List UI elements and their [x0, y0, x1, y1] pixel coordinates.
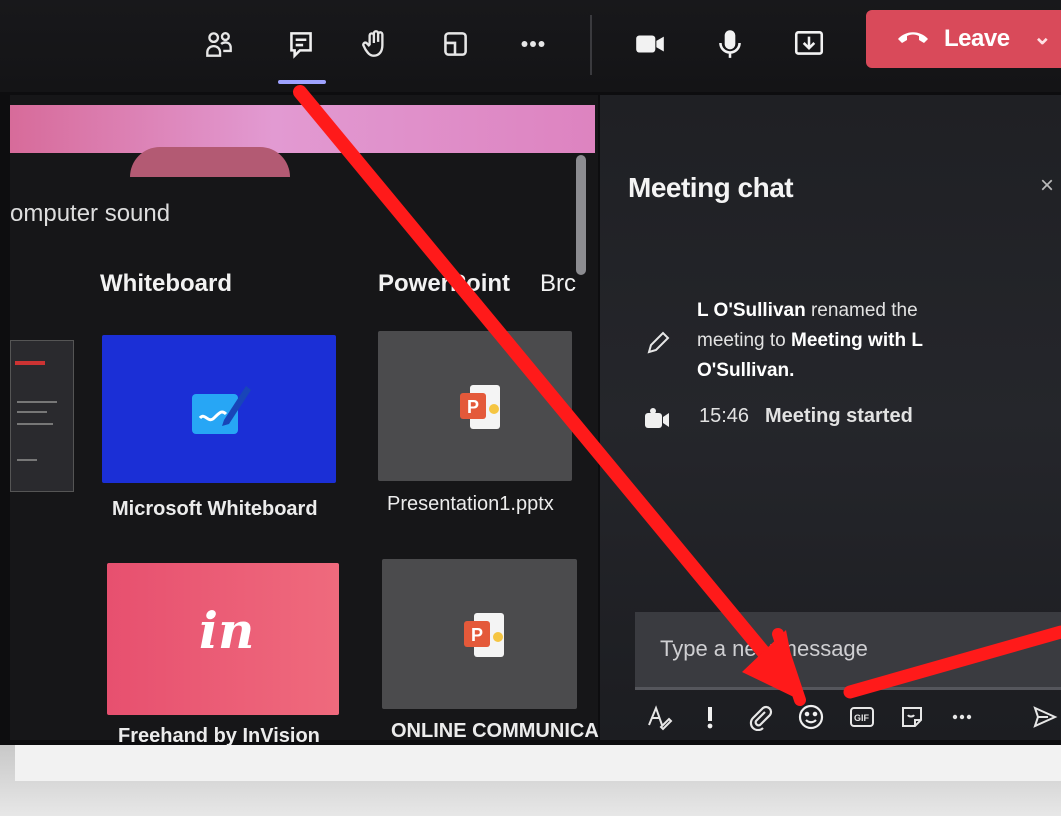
- close-icon[interactable]: ×: [1040, 172, 1054, 200]
- powerpoint-icon: P: [460, 385, 500, 429]
- meeting-icon: [643, 406, 671, 439]
- pencil-icon: [645, 330, 671, 361]
- message-text: Meeting started: [765, 405, 913, 427]
- more-icon[interactable]: [945, 700, 979, 734]
- camera-icon[interactable]: [628, 22, 672, 66]
- more-icon[interactable]: [511, 22, 555, 66]
- message-time: 15:46: [699, 405, 750, 427]
- hangup-icon: [896, 25, 930, 53]
- computer-sound-toggle-label[interactable]: omputer sound: [10, 200, 170, 228]
- microsoft-whiteboard-tile[interactable]: [102, 335, 336, 483]
- chat-active-indicator: [278, 80, 326, 84]
- compose-placeholder: Type a new message: [660, 636, 868, 661]
- svg-text:P: P: [471, 625, 483, 645]
- section-browse[interactable]: Brc: [540, 270, 576, 298]
- attach-icon[interactable]: [743, 700, 777, 734]
- online-communica-tile[interactable]: P: [382, 559, 577, 709]
- toolbar-divider: [590, 15, 592, 75]
- emoji-icon[interactable]: [794, 700, 828, 734]
- format-icon[interactable]: [642, 700, 676, 734]
- people-icon[interactable]: [197, 22, 241, 66]
- rename-message: L O'Sullivan renamed the meeting to Meet…: [697, 296, 947, 386]
- whiteboard-logo-icon: [192, 386, 251, 434]
- rooms-icon[interactable]: [433, 22, 477, 66]
- sticker-icon[interactable]: [895, 700, 929, 734]
- mic-icon[interactable]: [708, 22, 752, 66]
- presentation1-tile[interactable]: P: [378, 331, 572, 481]
- share-screen-icon[interactable]: [787, 22, 831, 66]
- powerpoint-icon: P: [464, 613, 504, 657]
- freehand-invision-tile[interactable]: in: [107, 563, 339, 715]
- leave-button[interactable]: Leave ⌄: [866, 10, 1061, 68]
- section-whiteboard: Whiteboard: [100, 270, 232, 297]
- message-actor: L O'Sullivan: [697, 300, 806, 321]
- screen-bezel: [0, 745, 1061, 816]
- meeting-toolbar: Leave ⌄: [0, 0, 1061, 92]
- gif-icon[interactable]: GIF: [845, 700, 879, 734]
- chevron-down-icon[interactable]: ⌄: [1033, 24, 1051, 50]
- raise-hand-icon[interactable]: [354, 22, 398, 66]
- section-powerpoint: PowerPoint: [378, 270, 511, 297]
- invision-logo: in: [199, 601, 255, 660]
- svg-text:GIF: GIF: [854, 713, 870, 723]
- shared-content-preview: [10, 105, 595, 177]
- important-icon[interactable]: [693, 700, 727, 734]
- screen-share-thumbnail[interactable]: [10, 340, 74, 492]
- chat-icon[interactable]: [279, 22, 323, 66]
- svg-text:P: P: [467, 397, 479, 417]
- chat-title: Meeting chat: [628, 172, 794, 203]
- send-icon[interactable]: [1028, 700, 1061, 734]
- share-tray-scrollbar[interactable]: [576, 155, 586, 275]
- tile-label: ONLINE COMMUNICA: [391, 720, 599, 742]
- tile-label: Microsoft Whiteboard: [112, 498, 318, 520]
- leave-label: Leave: [944, 25, 1010, 52]
- share-tray: omputer sound Whiteboard PowerPoint Brc …: [10, 95, 599, 747]
- tile-label: Presentation1.pptx: [387, 493, 554, 515]
